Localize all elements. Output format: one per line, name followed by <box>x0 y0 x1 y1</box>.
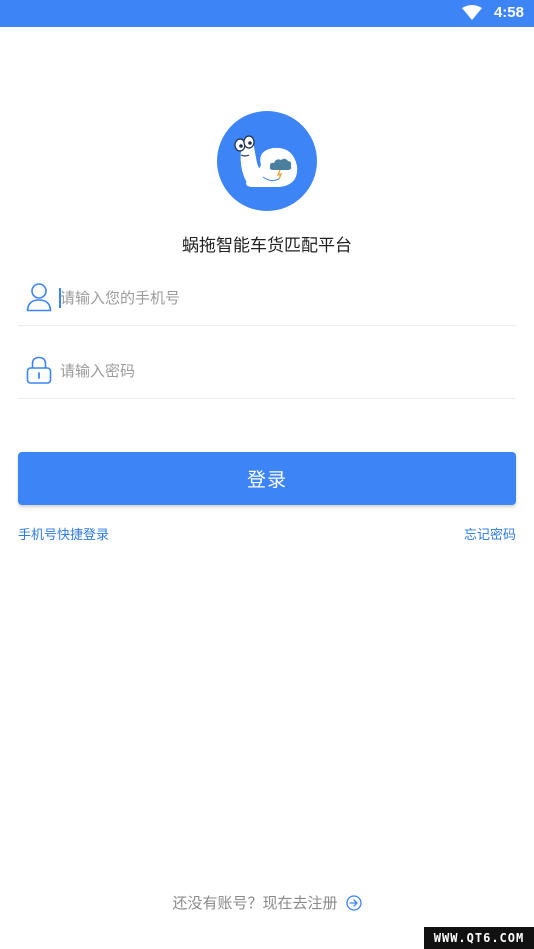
forgot-password-link[interactable]: 忘记密码 <box>464 524 516 543</box>
password-input-row <box>18 343 516 399</box>
register-label: 还没有账号？现在去注册 <box>172 894 338 912</box>
user-icon <box>26 283 52 312</box>
arrow-right-circle-icon <box>345 894 362 911</box>
phone-input[interactable] <box>60 284 500 312</box>
app-title: 蜗拖智能车货匹配平台 <box>182 236 352 256</box>
password-input[interactable] <box>60 357 500 385</box>
wifi-icon <box>462 5 482 20</box>
lock-icon <box>26 356 52 384</box>
text-caret <box>59 288 61 308</box>
phone-input-row <box>18 270 516 326</box>
login-screen: 4:58 蜗拖智能车货匹配平台 请输入您的手机号 登录 手机号快捷登录 忘记密码… <box>0 0 534 949</box>
quick-login-link[interactable]: 手机号快捷登录 <box>18 524 109 543</box>
register-link[interactable]: 还没有账号？现在去注册 <box>0 892 534 913</box>
login-button[interactable]: 登录 <box>18 452 516 505</box>
status-time: 4:58 <box>493 4 524 21</box>
watermark: WWW.QT6.COM <box>424 927 534 949</box>
snail-logo-icon <box>217 111 317 211</box>
status-bar: 4:58 <box>0 0 534 27</box>
